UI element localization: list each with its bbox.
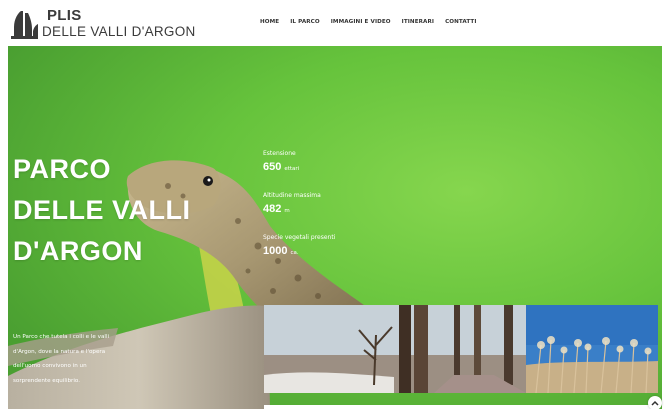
stat-label: Estensione [263,150,296,157]
nav-itinerari[interactable]: ITINERARI [402,19,434,25]
stat-label: Altitudine massima [263,192,321,199]
stat-unit: ca. [290,250,299,256]
park-stats: Estensione 650 ettari Altitudine massima … [263,150,403,276]
description-line: dell'uomo convivono in un [13,363,87,369]
stat-label: Specie vegetali presenti [263,234,336,241]
scroll-top-button[interactable] [648,396,662,409]
stat-value: 1000 [263,245,288,257]
hero-title-line: D'ARGON [13,236,143,266]
stat-estensione: Estensione 650 ettari [263,150,403,192]
hero-title: PARCO DELLE VALLI D'ARGON [13,149,243,272]
site-logo[interactable]: PLIS DELLE VALLI D'ARGON [11,7,206,41]
hero-title-line: PARCO [13,154,112,184]
description-line: Un Parco che tutela i colli e le valli [13,334,110,340]
stat-specie: Specie vegetali presenti 1000 ca. [263,234,403,276]
description-line: sorprendente equilibrio. [13,377,81,384]
gallery-photo-winter-woods[interactable] [264,305,526,393]
stat-value: 482 [263,203,282,215]
site-header: PLIS DELLE VALLI D'ARGON HOME IL PARCO I… [0,0,665,44]
description-line: d'Argon, dove la natura e l'opera [13,348,106,355]
nav-il-parco[interactable]: IL PARCO [290,19,319,25]
nav-immagini-e-video[interactable]: IMMAGINI E VIDEO [331,19,391,25]
logo-subtitle: DELLE VALLI D'ARGON [42,24,196,39]
tree-logo-icon [11,11,38,39]
stat-altitudine: Altitudine massima 482 m [263,192,403,234]
nav-contatti[interactable]: CONTATTI [445,19,476,25]
gallery-photo-reeds[interactable] [526,305,658,393]
logo-title: PLIS [47,7,82,24]
photo-gallery [264,305,658,393]
stat-unit: m [284,208,290,214]
stat-value: 650 [263,161,282,173]
stat-unit: ettari [284,166,300,172]
gallery-caption-bar [264,405,658,409]
nav-home[interactable]: HOME [260,19,279,25]
chevron-up-icon [651,400,659,406]
hero-title-line: DELLE VALLI [13,195,191,225]
main-nav: HOME IL PARCO IMMAGINI E VIDEO ITINERARI… [260,19,488,25]
hero-description: Un Parco che tutela i colli e le valli d… [13,330,133,388]
hero-section: PARCO DELLE VALLI D'ARGON Estensione 650… [8,46,662,409]
